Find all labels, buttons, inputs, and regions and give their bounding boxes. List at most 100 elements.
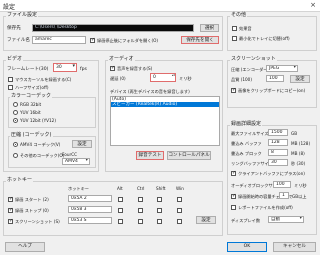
device-list[interactable]: (Auto) スピーカー (Realtek(R) Audio) bbox=[110, 96, 220, 146]
write-block-unit: MB (8) bbox=[291, 151, 305, 156]
framerate-label: フレームレート(30) bbox=[7, 67, 49, 72]
open-folder-checkbox[interactable] bbox=[90, 37, 95, 43]
report-file-label: レポートファイルを作成(off) bbox=[238, 205, 293, 210]
hotkey-screenshot-alt[interactable] bbox=[118, 219, 123, 224]
save-dest-label: 保存先 bbox=[7, 26, 21, 31]
fourcc-label: FourCC bbox=[62, 152, 78, 157]
audio-block-unit: ミリ秒 bbox=[294, 183, 307, 188]
save-dest-input[interactable]: C:\Users\ \Desktop bbox=[32, 24, 194, 32]
help-button[interactable]: ヘルプ bbox=[5, 242, 45, 252]
ring-buffer-input[interactable]: 30 bbox=[268, 159, 288, 166]
hotkey-stop-input[interactable]: 0x58 3 bbox=[68, 206, 112, 213]
other-group bbox=[227, 16, 317, 51]
sound-effect-checkbox[interactable] bbox=[232, 26, 237, 31]
screenshot-format-select[interactable]: JPEG bbox=[266, 65, 298, 72]
hotkey-settings-button[interactable]: 設定 bbox=[196, 216, 216, 224]
capacity-check-unit: GB以上 bbox=[292, 194, 307, 199]
hotkey-screenshot-shift[interactable] bbox=[157, 219, 162, 224]
minimize-tray-checkbox[interactable] bbox=[232, 36, 237, 41]
video-group-label: ビデオ bbox=[6, 56, 24, 62]
recording-group-label: 録画詳細設定 bbox=[230, 121, 263, 127]
record-test-button[interactable]: 録音テスト bbox=[136, 151, 164, 160]
delay-label: 遅延 (0) bbox=[110, 76, 126, 81]
hotkey-stop-ctrl[interactable] bbox=[138, 208, 143, 213]
capacity-check-checkbox[interactable] bbox=[231, 193, 236, 199]
delay-unit: ミリ秒 bbox=[179, 76, 192, 81]
cancel-button[interactable]: キャンセル bbox=[273, 242, 316, 252]
control-panel-button[interactable]: コントロールパネル bbox=[167, 151, 211, 160]
hotkey-start-input[interactable]: 0x5A 2 bbox=[68, 195, 112, 202]
client-buffer-checkbox[interactable] bbox=[231, 170, 236, 176]
hotkey-column-header: ホットキー bbox=[68, 186, 89, 191]
color-codec-label: カラーコーデック bbox=[10, 93, 53, 99]
write-block-input[interactable]: 8 bbox=[268, 149, 288, 156]
max-file-size-input[interactable]: 1500 bbox=[268, 129, 288, 136]
framerate-select[interactable]: 30 bbox=[53, 63, 77, 72]
title-bar: 設定 × bbox=[0, 0, 320, 12]
hotkey-start-win[interactable] bbox=[177, 197, 182, 202]
open-save-folder-button[interactable]: 保存先を開く bbox=[181, 36, 219, 44]
max-file-size-label: 最大ファイルサイズ bbox=[231, 131, 269, 136]
screenshot-format-label: 圧縮 (エンコーダー) bbox=[231, 67, 270, 72]
minimize-tray-label: 最小化でトレイに切替(off) bbox=[239, 36, 290, 41]
other-codec-label: その他のコーデック(O) bbox=[20, 153, 65, 158]
hotkey-start-shift[interactable] bbox=[157, 197, 162, 202]
clipboard-checkbox[interactable] bbox=[231, 87, 236, 93]
fourcc-select[interactable]: AMV4 bbox=[62, 158, 90, 165]
mouse-cursor-checkbox[interactable] bbox=[8, 77, 13, 82]
screenshot-settings-button[interactable]: 設定 bbox=[290, 75, 310, 83]
hotkey-stop-shift[interactable] bbox=[157, 208, 162, 213]
audio-group-label: オーディオ bbox=[108, 56, 135, 62]
color-rgb32-radio[interactable] bbox=[13, 102, 18, 107]
device-list-item[interactable]: スピーカー (Realtek(R) Audio) bbox=[111, 102, 219, 107]
report-file-checkbox[interactable] bbox=[231, 205, 236, 210]
record-sound-checkbox[interactable] bbox=[110, 65, 115, 71]
color-yuv16-radio[interactable] bbox=[13, 110, 18, 115]
half-size-checkbox[interactable] bbox=[8, 85, 13, 90]
write-block-label: 書込み ブロック bbox=[231, 151, 262, 156]
hotkey-screenshot-ctrl[interactable] bbox=[138, 219, 143, 224]
capacity-check-input[interactable]: 1 bbox=[279, 192, 289, 199]
hotkey-start-ctrl[interactable] bbox=[138, 197, 143, 202]
hotkey-stop-checkbox[interactable] bbox=[8, 207, 13, 213]
file-settings-group bbox=[3, 16, 223, 51]
close-icon[interactable]: × bbox=[310, 1, 316, 9]
hotkey-stop-alt[interactable] bbox=[118, 208, 123, 213]
modifier-header-shift: Shift bbox=[156, 186, 166, 191]
client-buffer-label: クライアントバッファにプラス(on) bbox=[238, 171, 305, 176]
hotkey-start-checkbox[interactable] bbox=[8, 196, 13, 202]
ring-buffer-label: リングバッファサイズ bbox=[231, 161, 273, 166]
audio-block-input[interactable]: 100 bbox=[273, 181, 291, 188]
screenshot-quality-input[interactable]: 100 bbox=[266, 75, 284, 82]
delay-input[interactable]: 0 bbox=[150, 73, 176, 82]
modifier-header-ctrl: Ctrl bbox=[137, 186, 145, 191]
amv4-codec-radio[interactable] bbox=[13, 142, 18, 147]
hotkey-screenshot-win[interactable] bbox=[177, 219, 182, 224]
codec-settings-button[interactable]: 設定 bbox=[72, 140, 92, 148]
hotkey-stop-win[interactable] bbox=[177, 208, 182, 213]
half-size-label: ハーフサイズ(off) bbox=[15, 85, 49, 90]
modifier-header-win: Win bbox=[176, 186, 184, 191]
device-label: デバイス (再生デバイスの音を録音します) bbox=[110, 89, 190, 94]
hotkey-start-alt[interactable] bbox=[118, 197, 123, 202]
fps-unit: fps bbox=[80, 67, 87, 72]
hotkey-screenshot-input[interactable]: 0x53 S bbox=[68, 217, 112, 224]
write-buffer-unit: MB (128) bbox=[291, 141, 311, 146]
hotkey-screenshot-label: スクリーンショット (S) bbox=[15, 219, 60, 224]
color-yuv12-radio[interactable] bbox=[13, 118, 18, 123]
browse-button[interactable]: 選択 bbox=[200, 24, 219, 32]
ok-button[interactable]: OK bbox=[227, 242, 267, 252]
display-count-select[interactable]: 自動 bbox=[268, 216, 304, 223]
max-file-size-unit: GB bbox=[291, 131, 298, 136]
display-count-label: ディスプレイ数 bbox=[231, 218, 261, 223]
write-buffer-input[interactable]: 128 bbox=[268, 139, 288, 146]
amv4-codec-label: AMV4 コーデック(V) bbox=[20, 142, 61, 147]
codec-group-label: 圧縮 (コーデック) bbox=[10, 132, 53, 138]
other-group-label: その他 bbox=[230, 12, 248, 18]
hotkey-group-label: ホットキー bbox=[6, 177, 34, 183]
file-settings-label: ファイル設定 bbox=[6, 12, 39, 18]
color-yuv12-label: YUV 12bit (YV12) bbox=[20, 118, 56, 123]
filename-input[interactable]: amarec bbox=[32, 36, 86, 44]
other-codec-radio[interactable] bbox=[13, 153, 18, 158]
hotkey-screenshot-checkbox[interactable] bbox=[8, 218, 13, 224]
